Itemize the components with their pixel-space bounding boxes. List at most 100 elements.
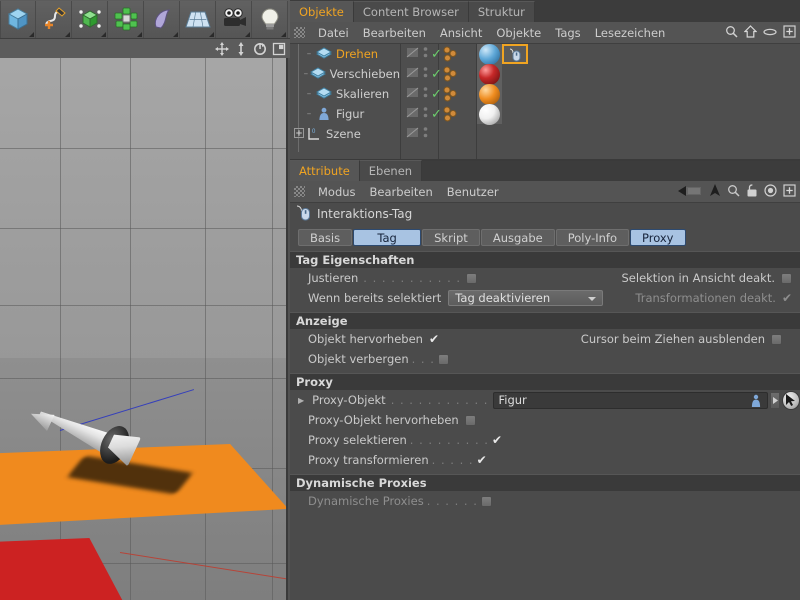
proxy-selektieren-checkmark[interactable]: ✔ — [492, 434, 502, 446]
target-icon[interactable] — [764, 184, 777, 200]
menu-benutzer[interactable]: Benutzer — [440, 181, 506, 203]
tree-dash: – — [306, 49, 312, 59]
visibility-cell[interactable]: ✓ — [401, 84, 442, 104]
add-panel-icon[interactable] — [783, 25, 796, 41]
twirl-right-icon[interactable]: ▶ — [298, 396, 307, 405]
visibility-dots-icon[interactable] — [423, 86, 428, 102]
visibility-cell[interactable]: ✓ — [401, 64, 442, 84]
menu-objekte[interactable]: Objekte — [489, 22, 548, 44]
tab-objekte[interactable]: Objekte — [290, 1, 354, 22]
panel-grip-icon[interactable] — [294, 186, 305, 197]
table-row[interactable]: – Skalieren — [290, 84, 400, 104]
transformationen-deakt-checkmark[interactable]: ✔ — [782, 292, 792, 304]
menu-bearbeiten[interactable]: Bearbeiten — [363, 181, 440, 203]
panel-grip-icon[interactable] — [294, 27, 305, 38]
floor-grid-icon[interactable] — [180, 0, 216, 38]
visibility-cell[interactable] — [401, 124, 438, 144]
tab-skript[interactable]: Skript — [422, 229, 480, 246]
visibility-dots-icon[interactable] — [423, 106, 428, 122]
table-row[interactable]: – Figur — [290, 104, 400, 124]
proxy-transformieren-checkmark[interactable]: ✔ — [477, 454, 487, 466]
object-manager-body[interactable]: – Drehen – Verschieben – Skalieren – Fig… — [290, 43, 800, 159]
visibility-toggle-icon[interactable] — [406, 127, 419, 141]
visibility-toggle-icon[interactable] — [406, 87, 419, 101]
tab-struktur[interactable]: Struktur — [468, 1, 535, 22]
interaction-tag-icon[interactable] — [502, 44, 528, 64]
tab-ebenen[interactable]: Ebenen — [359, 160, 423, 181]
ellipse-icon[interactable] — [763, 27, 777, 40]
proxy-objekt-hervorheben-checkbox[interactable] — [464, 414, 476, 426]
link-arrow-button[interactable] — [770, 391, 781, 409]
material-tag[interactable] — [477, 103, 502, 125]
mograph-icon[interactable] — [108, 0, 144, 38]
material-cell[interactable] — [477, 103, 800, 125]
visibility-cell[interactable]: ✓ — [401, 104, 442, 124]
tab-attribute[interactable]: Attribute — [290, 160, 360, 181]
spline-pen-icon[interactable] — [36, 0, 72, 38]
cube-icon[interactable] — [0, 0, 36, 38]
wenn-bereits-selektiert-dropdown[interactable]: Tag deaktivieren — [448, 290, 604, 306]
objekt-verbergen-checkbox[interactable] — [437, 353, 449, 365]
expand-toggle-icon[interactable] — [292, 127, 306, 141]
menu-ansicht[interactable]: Ansicht — [433, 22, 489, 44]
material-tag[interactable] — [477, 43, 502, 65]
cursor-beim-ziehen-ausblenden-checkbox[interactable] — [771, 333, 782, 345]
menu-lesezeichen[interactable]: Lesezeichen — [588, 22, 673, 44]
tab-tag[interactable]: Tag — [353, 229, 422, 246]
light-bulb-icon[interactable] — [252, 0, 288, 38]
tag-dots-cell[interactable] — [439, 104, 476, 124]
visibility-toggle-icon[interactable] — [406, 67, 419, 81]
objekt-hervorheben-checkmark[interactable]: ✔ — [429, 333, 439, 345]
property-row-proxy-objekt: ▶ Proxy-Objekt . . . . . . . . . . . Fig… — [290, 390, 800, 410]
material-cell[interactable] — [477, 83, 800, 105]
up-arrow-icon[interactable] — [709, 184, 721, 200]
section-title: Tag Eigenschaften — [296, 253, 415, 267]
maximize-view-icon[interactable] — [270, 40, 288, 57]
toolbar-flyout-corner — [173, 31, 178, 37]
tag-dots-cell[interactable] — [439, 44, 476, 64]
material-tag[interactable] — [477, 83, 502, 105]
pick-cursor-button[interactable] — [782, 390, 800, 410]
tag-dots-cell[interactable] — [439, 64, 476, 84]
table-row[interactable]: – Verschieben — [290, 64, 400, 84]
tag-dots-cell[interactable] — [439, 84, 476, 104]
proxy-objekt-linkfield[interactable]: Figur — [493, 391, 769, 409]
tab-poly-info[interactable]: Poly-Info — [555, 229, 629, 246]
menu-bearbeiten[interactable]: Bearbeiten — [356, 22, 433, 44]
table-row[interactable]: – Drehen — [290, 44, 400, 64]
material-tag[interactable] — [477, 63, 502, 85]
material-cell[interactable] — [477, 63, 800, 85]
justieren-checkbox[interactable] — [466, 272, 478, 284]
back-history-icon[interactable] — [677, 185, 703, 200]
material-cell[interactable] — [477, 43, 800, 65]
search-icon[interactable] — [727, 184, 740, 200]
bend-deformer-icon[interactable] — [144, 0, 180, 38]
visibility-toggle-icon[interactable] — [406, 47, 419, 61]
dynamische-proxies-checkbox[interactable] — [480, 495, 492, 507]
search-icon[interactable] — [725, 25, 738, 41]
3d-viewport[interactable] — [0, 58, 288, 600]
visibility-cell[interactable]: ✓ — [401, 44, 442, 64]
menu-modus[interactable]: Modus — [311, 181, 363, 203]
tab-proxy[interactable]: Proxy — [629, 229, 686, 246]
move-view-icon[interactable] — [213, 40, 231, 57]
home-icon[interactable] — [743, 25, 758, 41]
selektion-in-ansicht-deakt-checkbox[interactable] — [781, 272, 792, 284]
menu-tags[interactable]: Tags — [548, 22, 587, 44]
visibility-dots-icon[interactable] — [423, 66, 428, 82]
zoom-view-icon[interactable] — [232, 40, 250, 57]
deformer-cage-icon[interactable] — [72, 0, 108, 38]
tab-basis[interactable]: Basis — [298, 229, 353, 246]
visibility-toggle-icon[interactable] — [406, 107, 419, 121]
visibility-dots-icon[interactable] — [423, 46, 428, 62]
add-panel-icon[interactable] — [783, 184, 796, 200]
viewport-column — [0, 0, 290, 600]
visibility-dots-icon[interactable] — [423, 126, 428, 142]
rotate-view-icon[interactable] — [251, 40, 269, 57]
lock-icon[interactable] — [746, 184, 758, 200]
camera-icon[interactable] — [216, 0, 252, 38]
tab-ausgabe[interactable]: Ausgabe — [480, 229, 555, 246]
tab-content-browser[interactable]: Content Browser — [353, 1, 469, 22]
table-row[interactable]: 0 Szene — [290, 124, 400, 144]
menu-datei[interactable]: Datei — [311, 22, 356, 44]
